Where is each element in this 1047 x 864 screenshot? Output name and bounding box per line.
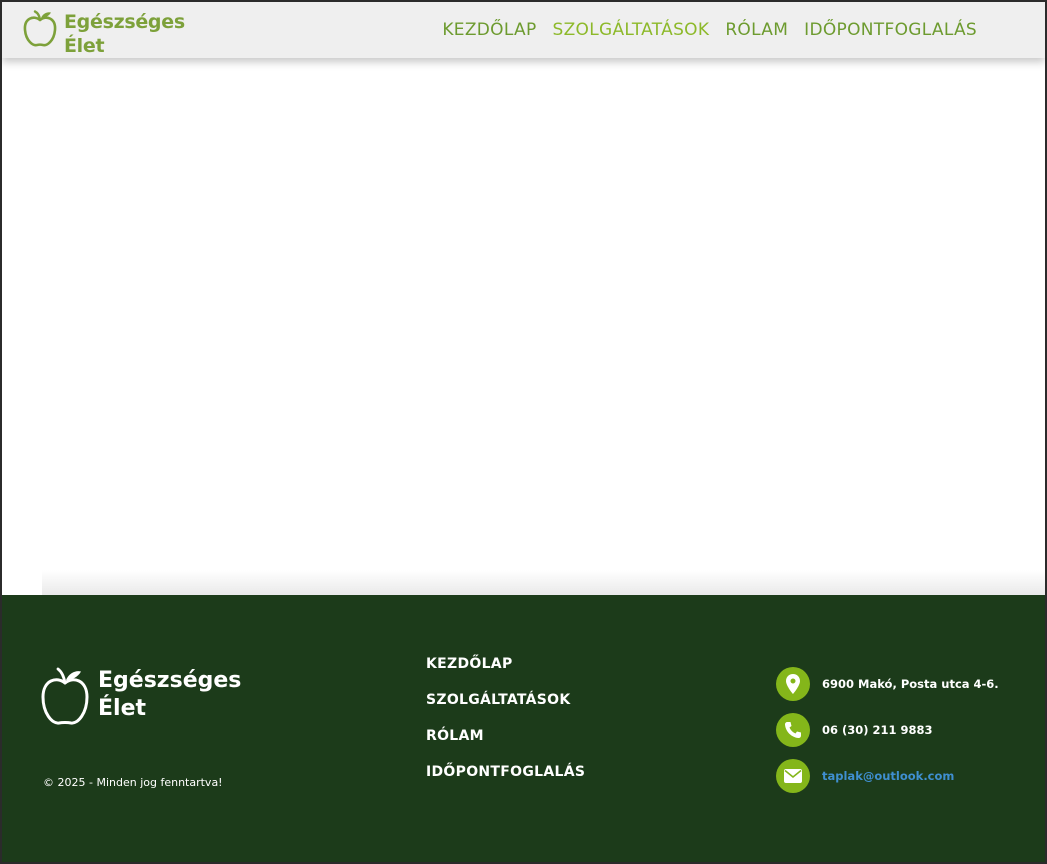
phone-icon (776, 713, 810, 747)
footer-nav-link-szolgaltatasok[interactable]: SZOLGÁLTATÁSOK (426, 689, 585, 725)
footer-brand[interactable]: Egészséges Élet (40, 667, 241, 727)
location-pin-icon (776, 667, 810, 701)
brand-line1: Egészséges (64, 11, 185, 33)
contact-list: 6900 Makó, Posta utca 4-6. 06 (30) 211 9… (776, 661, 999, 799)
nav-link-idopontfoglalas[interactable]: IDŐPONTFOGLALÁS (804, 20, 977, 40)
envelope-icon (776, 759, 810, 793)
nav-link-szolgaltatasok[interactable]: SZOLGÁLTATÁSOK (553, 20, 710, 40)
site-header: Egészséges Élet KEZDŐLAP SZOLGÁLTATÁSOK … (2, 2, 1045, 58)
footer-brand-line1: Egészséges (98, 668, 242, 693)
email-link[interactable]: taplak@outlook.com (822, 769, 954, 783)
apple-icon (41, 667, 89, 725)
contact-phone[interactable]: 06 (30) 211 9883 (776, 707, 999, 753)
phone-text: 06 (30) 211 9883 (822, 723, 933, 737)
nav-link-rolam[interactable]: RÓLAM (725, 20, 788, 40)
site-footer: Egészséges Élet © 2025 - Minden jog fenn… (2, 595, 1045, 862)
footer-nav-link-rolam[interactable]: RÓLAM (426, 725, 585, 761)
footer-nav-link-kezdolap[interactable]: KEZDŐLAP (426, 653, 585, 689)
footer-brand-line2: Élet (98, 696, 147, 721)
footer-nav: KEZDŐLAP SZOLGÁLTATÁSOK RÓLAM IDŐPONTFOG… (426, 653, 585, 797)
content-shadow (42, 570, 1045, 596)
contact-email[interactable]: taplak@outlook.com (776, 753, 999, 799)
nav-link-kezdolap[interactable]: KEZDŐLAP (442, 20, 536, 40)
header-brand[interactable]: Egészséges Élet (22, 10, 185, 58)
page-frame: Egészséges Élet KEZDŐLAP SZOLGÁLTATÁSOK … (0, 0, 1047, 864)
footer-nav-link-idopontfoglalas[interactable]: IDŐPONTFOGLALÁS (426, 761, 585, 797)
footer-brand-name: Egészséges Élet (98, 667, 241, 723)
address-text: 6900 Makó, Posta utca 4-6. (822, 677, 999, 691)
apple-icon (23, 10, 57, 47)
main-content (2, 58, 1045, 594)
copyright-text: © 2025 - Minden jog fenntartva! (43, 776, 223, 789)
top-nav: KEZDŐLAP SZOLGÁLTATÁSOK RÓLAM IDŐPONTFOG… (426, 20, 977, 40)
brand-name: Egészséges Élet (64, 10, 185, 58)
contact-address: 6900 Makó, Posta utca 4-6. (776, 661, 999, 707)
brand-line2: Élet (64, 35, 105, 57)
